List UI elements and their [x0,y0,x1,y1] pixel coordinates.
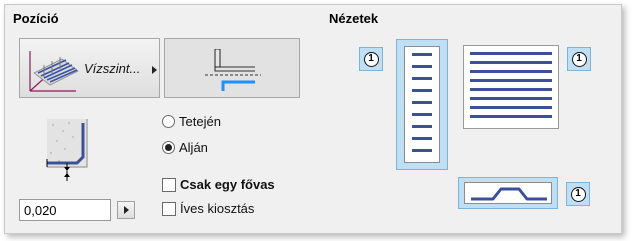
radio-top-label: Tetején [179,114,221,129]
bent-rebar-icon [469,185,549,208]
rebar-line [412,101,432,104]
rebar-line [412,53,432,56]
chevron-right-icon [124,206,129,214]
rebar-line [470,88,552,91]
single-bar-checkbox-box[interactable] [162,177,176,192]
rebar-line [470,61,552,64]
rebar-line [470,97,552,100]
placement-button-label: Vízszint... [84,61,141,76]
offset-step-button[interactable] [117,201,135,219]
views-section-title: Nézetek [329,11,379,26]
rebar-line [412,149,432,152]
rebar-line [412,137,432,140]
horizontal-view-bars [470,46,552,128]
radio-top-control[interactable] [162,115,175,128]
rebar-line [470,52,552,55]
curved-distribution-checkbox-box[interactable] [162,201,176,216]
placement-dropdown-button[interactable]: Vízszint... [19,38,160,98]
rebar-line [412,65,432,68]
placement-plane-icon [24,43,82,98]
single-bar-checkbox-label: Csak egy fővas [180,177,275,192]
rebar-line [412,125,432,128]
rebar-line [412,113,432,116]
bent-bar-view-frame [464,182,552,204]
vertical-view-bars [412,47,432,162]
curved-distribution-checkbox[interactable]: Íves kiosztás [162,201,254,216]
single-bar-checkbox[interactable]: Csak egy fővas [162,177,275,192]
view-number-left: 1 [363,51,379,67]
horizontal-view-preview[interactable] [463,45,559,129]
radio-bottom[interactable]: Alján [162,140,208,155]
rebar-line [470,106,552,109]
rebar-settings-panel: Pozíció Vízszint... Tetején Alján Csak e… [4,4,622,234]
rebar-line [412,89,432,92]
rebar-line [470,79,552,82]
view-badge-bottom[interactable]: 1 [566,182,590,206]
position-section-title: Pozíció [13,11,59,26]
view-badge-right[interactable]: 1 [567,47,591,71]
rebar-line [470,70,552,73]
offset-value-input[interactable] [19,199,111,221]
vertical-view-frame [404,46,440,163]
view-number-right: 1 [571,51,587,67]
view-number-bottom: 1 [570,186,586,202]
radio-bottom-label: Alján [179,140,208,155]
radio-bottom-control[interactable] [162,141,175,154]
radio-top[interactable]: Tetején [162,114,221,129]
chevron-right-icon [152,66,157,74]
rebar-cross-section-icon [203,48,263,96]
bent-bar-view-preview[interactable] [458,177,558,209]
offset-diagram-icon [43,117,91,188]
rebar-line [412,77,432,80]
curved-distribution-checkbox-label: Íves kiosztás [180,201,255,216]
view-badge-left[interactable]: 1 [359,47,383,71]
rebar-line [470,115,552,118]
vertical-view-preview[interactable] [396,39,448,170]
cross-section-preview-button[interactable] [164,38,300,98]
